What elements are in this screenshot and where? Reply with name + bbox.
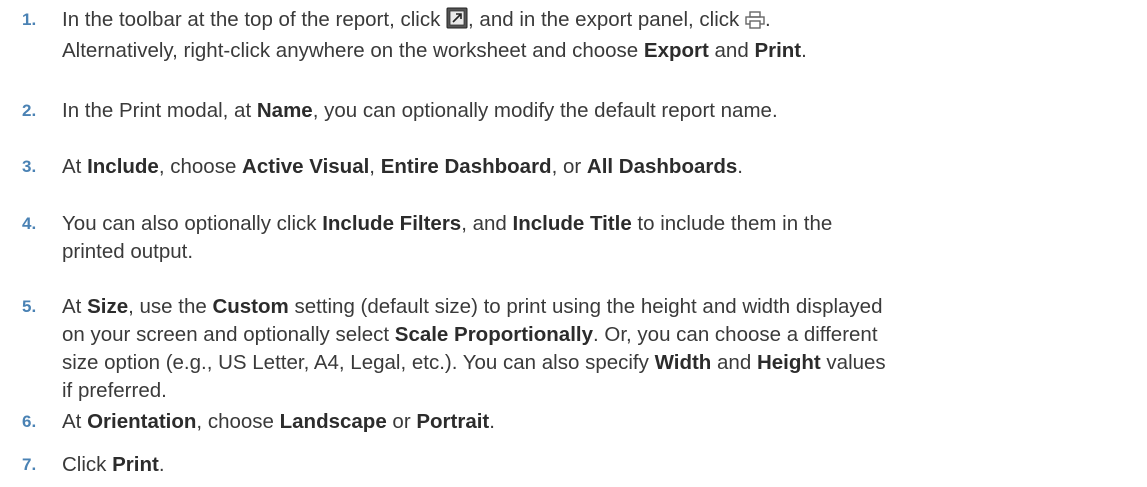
ui-term: All Dashboards bbox=[586, 155, 738, 178]
text-run: , use the bbox=[128, 295, 213, 318]
text-run: and bbox=[711, 351, 757, 374]
step-text: At Orientation, choose Landscape or Port… bbox=[62, 408, 1122, 436]
step-text: In the toolbar at the top of the report,… bbox=[62, 6, 1122, 65]
ui-term: Active Visual bbox=[242, 155, 370, 178]
ui-term: Scale Proportionally bbox=[394, 323, 593, 346]
step-text-line: You can also optionally click Include Fi… bbox=[62, 210, 1122, 238]
ui-term: Height bbox=[756, 351, 821, 374]
step-text: In the Print modal, at Name, you can opt… bbox=[62, 97, 1122, 125]
text-run: and bbox=[708, 39, 755, 62]
text-run: , and in the export panel, click bbox=[468, 8, 745, 31]
ui-term: Print bbox=[112, 453, 159, 476]
step-text-line: In the toolbar at the top of the report,… bbox=[62, 6, 1122, 37]
text-run: At bbox=[62, 410, 88, 433]
step-text-line: Click Print. bbox=[62, 451, 1122, 479]
text-run: on your screen and optionally select bbox=[62, 323, 395, 346]
step-text: At Size, use the Custom setting (default… bbox=[62, 293, 1122, 405]
ui-term: Size bbox=[87, 295, 129, 318]
text-run: At bbox=[62, 155, 88, 178]
text-run: size option (e.g., US Letter, A4, Legal,… bbox=[62, 351, 655, 374]
text-run: . bbox=[158, 453, 165, 476]
step-text-line: on your screen and optionally select Sca… bbox=[62, 321, 1122, 349]
text-run: . Or, you can choose a different bbox=[593, 323, 878, 346]
text-run: setting (default size) to print using th… bbox=[288, 295, 883, 318]
text-run: values bbox=[820, 351, 886, 374]
text-run: , and bbox=[461, 212, 513, 235]
text-run: , or bbox=[551, 155, 587, 178]
step-text-line: At Orientation, choose Landscape or Port… bbox=[62, 408, 1122, 436]
step-number: 4. bbox=[22, 214, 37, 233]
text-run: In the Print modal, at bbox=[62, 99, 257, 122]
step-number: 2. bbox=[22, 101, 37, 120]
step-text: Click Print. bbox=[62, 451, 1122, 479]
text-run: . bbox=[801, 39, 807, 62]
step-text-line: At Include, choose Active Visual, Entire… bbox=[62, 153, 1122, 181]
text-run: . bbox=[764, 8, 771, 31]
text-run: to include them in the bbox=[631, 212, 833, 235]
export-toolbar-icon bbox=[446, 7, 468, 37]
text-run: At bbox=[62, 295, 88, 318]
ui-term: Name bbox=[256, 99, 313, 122]
text-run: . bbox=[489, 410, 495, 433]
ui-term: Print bbox=[754, 39, 802, 62]
ui-term: Portrait bbox=[416, 410, 490, 433]
ui-term: Include Filters bbox=[322, 212, 462, 235]
ui-term: Export bbox=[643, 39, 709, 62]
step-text: You can also optionally click Include Fi… bbox=[62, 210, 1122, 266]
text-run: Alternatively, right-click anywhere on t… bbox=[62, 39, 644, 62]
instruction-steps-list: 1. In the toolbar at the top of the repo… bbox=[0, 0, 1147, 487]
step-number: 1. bbox=[22, 10, 37, 29]
ui-term: Width bbox=[654, 351, 712, 374]
step-text-line: Alternatively, right-click anywhere on t… bbox=[62, 37, 1122, 65]
text-run: You can also optionally click bbox=[62, 212, 323, 235]
step-text-line: size option (e.g., US Letter, A4, Legal,… bbox=[62, 349, 1122, 377]
text-run: , choose bbox=[158, 155, 243, 178]
text-run: printed output. bbox=[62, 240, 194, 263]
text-run: Click bbox=[62, 453, 113, 476]
text-run: , choose bbox=[196, 410, 280, 433]
step-number: 6. bbox=[22, 412, 37, 431]
text-run: , bbox=[369, 155, 381, 178]
ui-term: Orientation bbox=[87, 410, 197, 433]
step-number: 3. bbox=[22, 157, 37, 176]
step-text-line: if preferred. bbox=[62, 377, 1122, 405]
step-text-line: At Size, use the Custom setting (default… bbox=[62, 293, 1122, 321]
text-run: or bbox=[386, 410, 417, 433]
print-icon bbox=[745, 9, 765, 37]
ui-term: Include bbox=[87, 155, 159, 178]
text-run: In the toolbar at the top of the report,… bbox=[62, 8, 447, 31]
text-run: if preferred. bbox=[62, 379, 167, 402]
ui-term: Custom bbox=[212, 295, 289, 318]
step-text-line: In the Print modal, at Name, you can opt… bbox=[62, 97, 1122, 125]
step-text: At Include, choose Active Visual, Entire… bbox=[62, 153, 1122, 181]
step-text-line: printed output. bbox=[62, 238, 1122, 266]
ui-term: Entire Dashboard bbox=[380, 155, 552, 178]
text-run: . bbox=[737, 155, 743, 178]
step-number: 7. bbox=[22, 455, 37, 474]
text-run: , you can optionally modify the default … bbox=[312, 99, 778, 122]
ui-term: Landscape bbox=[279, 410, 387, 433]
ui-term: Include Title bbox=[512, 212, 632, 235]
step-number: 5. bbox=[22, 297, 37, 316]
